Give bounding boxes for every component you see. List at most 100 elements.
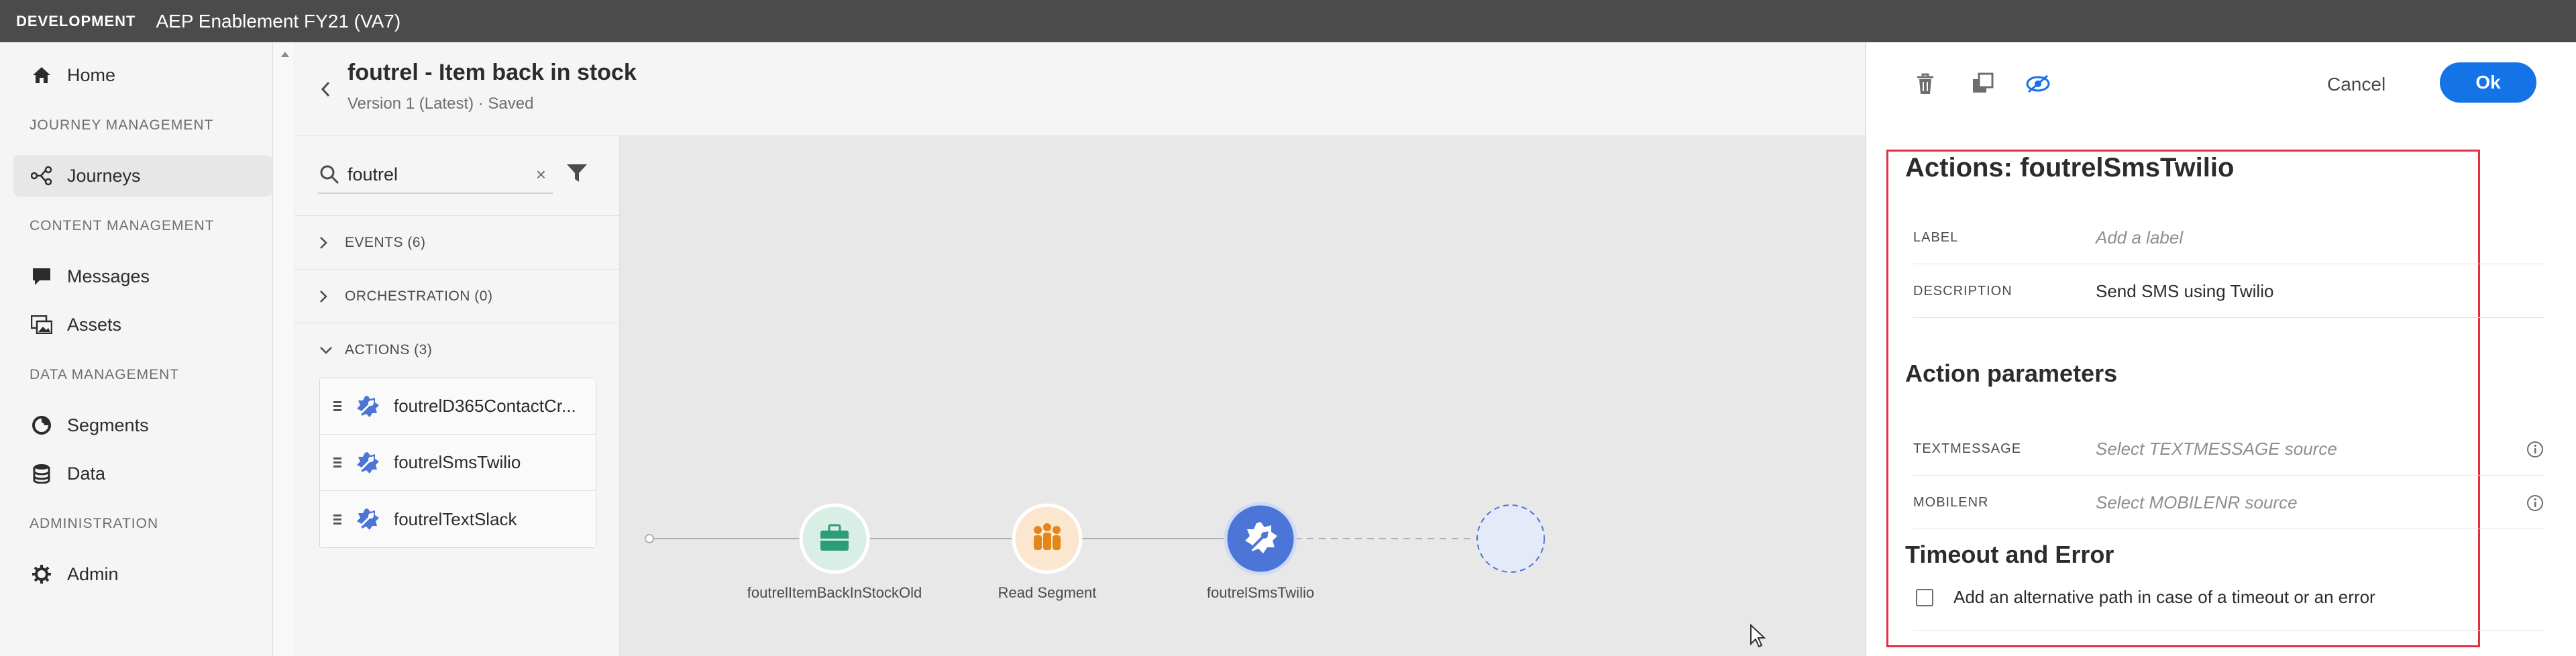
org-name[interactable]: AEP Enablement FY21 (VA7) <box>156 11 400 32</box>
action-parameters-heading: Action parameters <box>1905 360 2118 387</box>
database-icon <box>30 461 54 486</box>
read-segment-node[interactable] <box>1012 503 1083 574</box>
duplicate-icon[interactable] <box>1968 69 1998 99</box>
palette-search: × <box>318 156 553 194</box>
segments-icon <box>30 413 54 437</box>
delete-icon[interactable] <box>1911 69 1940 99</box>
back-chevron-icon[interactable] <box>315 79 335 99</box>
category-events-label: EVENTS (6) <box>345 234 426 250</box>
action-label: foutrelD365ContactCr... <box>394 396 576 416</box>
scroll-up-icon[interactable] <box>281 52 289 57</box>
node-label: Read Segment <box>998 584 1097 601</box>
left-nav: Home JOURNEY MANAGEMENT Journeys CONTENT… <box>0 42 273 656</box>
list-item[interactable]: foutrelD365ContactCr... <box>320 378 596 435</box>
drag-handle-icon[interactable] <box>333 401 341 411</box>
divider <box>1913 630 2544 631</box>
nav-item-messages[interactable]: Messages <box>13 256 272 297</box>
journey-header: foutrel - Item back in stock Version 1 (… <box>295 42 1865 136</box>
description-field-label: DESCRIPTION <box>1913 284 2012 298</box>
nav-item-data[interactable]: Data <box>13 453 272 494</box>
nav-scrollbar[interactable] <box>273 42 295 656</box>
custom-action-icon <box>357 508 379 530</box>
gear-icon <box>30 562 54 586</box>
nav-section-journey: JOURNEY MANAGEMENT <box>30 117 214 133</box>
mobilenr-source-field[interactable]: Select MOBILENR source <box>2096 492 2298 513</box>
journey-canvas[interactable]: foutrelItemBackInStockOld Read Segment f… <box>621 136 1865 656</box>
journey-version: Version 1 (Latest) · Saved <box>347 95 534 113</box>
action-properties-panel: Cancel Ok Actions: foutrelSmsTwilio LABE… <box>1865 42 2576 656</box>
textmessage-field-label: TEXTMESSAGE <box>1913 441 2022 456</box>
nav-label-assets: Assets <box>67 314 122 335</box>
nav-section-data: DATA MANAGEMENT <box>30 367 180 382</box>
list-item[interactable]: foutrelTextSlack <box>320 491 596 547</box>
category-actions-label: ACTIONS (3) <box>345 342 433 358</box>
clear-search-icon[interactable]: × <box>536 164 546 185</box>
start-dot <box>645 534 654 543</box>
search-input[interactable] <box>347 164 508 185</box>
category-orchestration[interactable]: ORCHESTRATION (0) <box>295 269 619 323</box>
custom-action-icon <box>357 451 379 474</box>
custom-action-icon <box>357 395 379 417</box>
timeout-checkbox[interactable] <box>1916 588 1933 606</box>
nav-item-segments[interactable]: Segments <box>13 404 272 446</box>
activity-palette: × EVENTS (6) ORCHESTRATION (0) ACTIONS (… <box>295 136 621 656</box>
textmessage-source-field[interactable]: Select TEXTMESSAGE source <box>2096 439 2337 459</box>
category-actions[interactable]: ACTIONS (3) <box>295 323 619 377</box>
chevron-down-icon <box>319 346 333 354</box>
top-bar: DEVELOPMENT AEP Enablement FY21 (VA7) <box>0 0 2576 42</box>
node-label: foutrelItemBackInStockOld <box>747 584 922 601</box>
ok-button[interactable]: Ok <box>2440 62 2536 103</box>
cancel-button[interactable]: Cancel <box>2327 69 2385 100</box>
label-input[interactable]: Add a label <box>2096 227 2183 248</box>
label-field-label: LABEL <box>1913 230 1959 245</box>
filter-icon[interactable] <box>566 162 590 186</box>
node-label: foutrelSmsTwilio <box>1206 584 1315 601</box>
panel-title: Actions: foutrelSmsTwilio <box>1905 153 2235 182</box>
drag-handle-icon[interactable] <box>333 514 341 525</box>
textmessage-row: TEXTMESSAGE Select TEXTMESSAGE source <box>1913 423 2544 476</box>
people-icon <box>1034 523 1061 550</box>
description-row: DESCRIPTION Send SMS using Twilio <box>1913 266 2544 318</box>
journey-icon <box>30 164 54 188</box>
view-data-icon[interactable] <box>2023 69 2053 99</box>
mouse-cursor-icon <box>1750 624 1766 648</box>
category-events[interactable]: EVENTS (6) <box>295 215 619 269</box>
nav-item-journeys[interactable]: Journeys <box>13 155 272 197</box>
action-label: foutrelTextSlack <box>394 508 517 529</box>
action-label: foutrelSmsTwilio <box>394 452 521 472</box>
nav-label-home: Home <box>67 64 116 85</box>
chevron-right-icon <box>319 236 333 250</box>
message-icon <box>30 264 54 288</box>
canvas-graph <box>645 502 1545 576</box>
chevron-right-icon <box>319 290 333 303</box>
nav-label-messages: Messages <box>67 266 150 286</box>
nav-label-data: Data <box>67 463 106 484</box>
event-node[interactable] <box>799 503 870 574</box>
nav-item-assets[interactable]: Assets <box>13 304 272 345</box>
nav-label-journeys: Journeys <box>67 165 141 186</box>
search-icon <box>318 163 341 186</box>
description-input[interactable]: Send SMS using Twilio <box>2096 281 2273 302</box>
list-item[interactable]: foutrelSmsTwilio <box>320 435 596 491</box>
nav-section-content: CONTENT MANAGEMENT <box>30 218 215 233</box>
nav-label-segments: Segments <box>67 415 149 435</box>
nav-section-admin: ADMINISTRATION <box>30 516 159 531</box>
action-list: foutrelD365ContactCr... foutrelSmsTwilio… <box>319 378 596 548</box>
label-row: LABEL Add a label <box>1913 212 2544 264</box>
journey-title[interactable]: foutrel - Item back in stock <box>347 60 637 86</box>
drag-handle-icon[interactable] <box>333 457 341 468</box>
home-icon <box>30 63 54 87</box>
mobilenr-row: MOBILENR Select MOBILENR source <box>1913 477 2544 529</box>
nav-item-admin[interactable]: Admin <box>13 553 272 595</box>
nav-item-home[interactable]: Home <box>13 54 272 96</box>
category-orchestration-label: ORCHESTRATION (0) <box>345 288 493 304</box>
empty-node-placeholder[interactable] <box>1477 504 1545 573</box>
info-icon[interactable] <box>2526 494 2544 512</box>
nav-label-admin: Admin <box>67 563 119 584</box>
mobilenr-field-label: MOBILENR <box>1913 495 1989 510</box>
assets-icon <box>30 313 54 337</box>
info-icon[interactable] <box>2526 441 2544 458</box>
timeout-error-heading: Timeout and Error <box>1905 541 2114 568</box>
action-node[interactable] <box>1224 502 1297 576</box>
timeout-option[interactable]: Add an alternative path in case of a tim… <box>1916 587 2375 608</box>
